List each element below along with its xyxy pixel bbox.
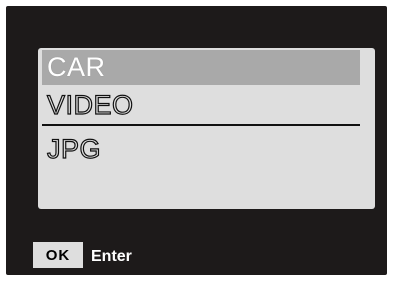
ok-button[interactable]: OK [33, 242, 83, 268]
menu-item-car[interactable]: CAR [42, 50, 360, 85]
footer-hint: OK Enter [33, 242, 132, 268]
menu-item-jpg[interactable]: JPG [42, 132, 360, 167]
enter-label: Enter [91, 248, 132, 265]
menu-panel: CAR VIDEO JPG [38, 48, 375, 209]
device-screen: CAR VIDEO JPG OK Enter [6, 6, 387, 275]
menu-divider [42, 124, 360, 126]
menu-item-video[interactable]: VIDEO [42, 88, 360, 123]
